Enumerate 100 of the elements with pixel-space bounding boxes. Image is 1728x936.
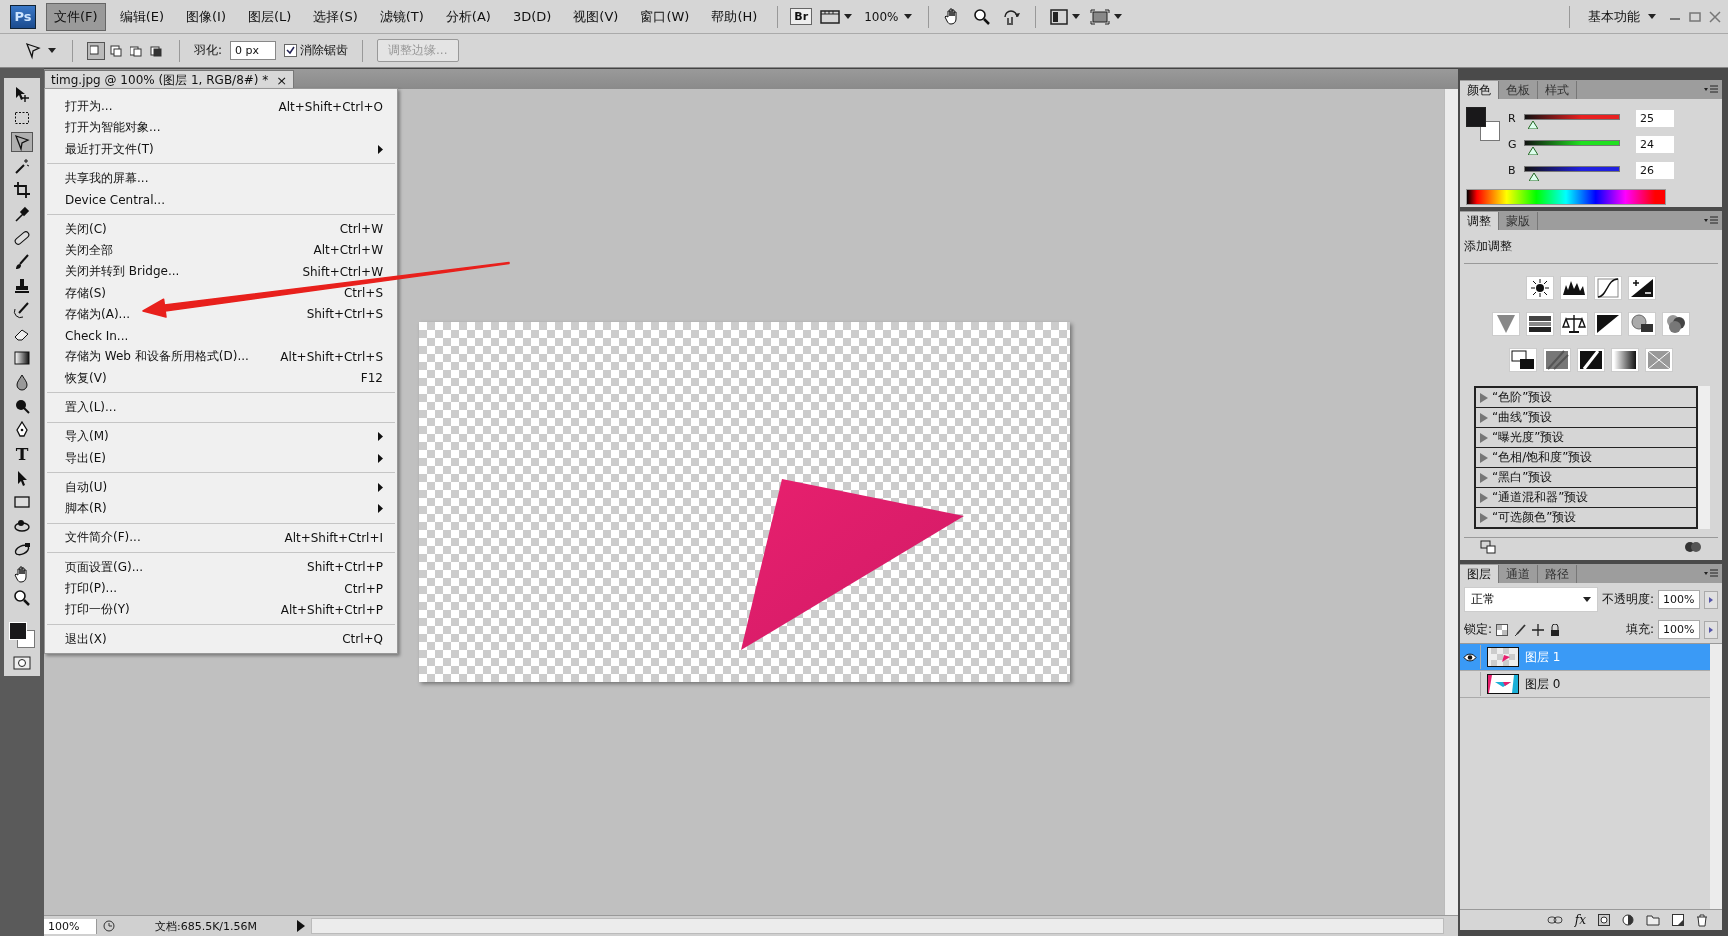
caret-icon[interactable]	[1114, 13, 1123, 20]
menu-entry[interactable]: 打开为智能对象...	[45, 117, 397, 139]
zoom-field[interactable]: 100%	[44, 918, 97, 934]
menu-item[interactable]: 视图(V)	[565, 2, 627, 31]
menu-item[interactable]: 选择(S)	[305, 2, 366, 31]
preset-item[interactable]: “曝光度”预设	[1476, 428, 1696, 448]
screen-icon[interactable]	[1090, 8, 1111, 25]
menu-entry[interactable]: 存储为 Web 和设备所用格式(D)... Alt+Shift+Ctrl+S	[45, 346, 397, 368]
foreground-color-swatch[interactable]	[1466, 107, 1486, 127]
expand-triangle-icon[interactable]	[1480, 432, 1488, 443]
workspace-dropdown[interactable]: 基本功能	[1582, 5, 1662, 28]
panel-tab[interactable]: 路径	[1538, 565, 1577, 583]
panel-tab[interactable]: 样式	[1538, 81, 1577, 99]
layout-icon[interactable]	[1050, 8, 1069, 25]
panel-tab[interactable]: 蒙版	[1499, 212, 1538, 230]
menu-entry[interactable]: 恢复(V) F12	[45, 367, 397, 389]
channel-slider[interactable]	[1524, 140, 1620, 156]
menu-entry[interactable]: Device Central...	[45, 189, 397, 211]
layer-style-button[interactable]: fx	[1574, 913, 1586, 927]
menu-item[interactable]: 滤镜(T)	[371, 2, 432, 31]
menu-item[interactable]: 图像(I)	[178, 2, 234, 31]
preset-item[interactable]: “色相/饱和度”预设	[1476, 448, 1696, 468]
feather-input[interactable]: 0 px	[230, 41, 277, 60]
slash-square-icon[interactable]	[1578, 349, 1604, 371]
diagonal-split-icon[interactable]	[1595, 313, 1621, 335]
panel-menu-icon[interactable]	[1704, 569, 1718, 578]
expand-triangle-icon[interactable]	[1480, 512, 1488, 523]
layers-scrollbar[interactable]	[1710, 644, 1722, 909]
opacity-input[interactable]: 100%	[1658, 590, 1700, 609]
panel-tab[interactable]: 颜色	[1460, 81, 1499, 99]
stepper-arrow-icon[interactable]	[1709, 596, 1713, 603]
mask-icon[interactable]	[1598, 914, 1610, 926]
brush-lock-icon[interactable]	[1514, 623, 1527, 636]
vertical-scrollbar[interactable]	[1444, 89, 1458, 915]
menu-item[interactable]: 图层(L)	[239, 2, 300, 31]
menu-entry[interactable]: 关闭全部 Alt+Ctrl+W	[45, 239, 397, 262]
panel-tab[interactable]: 色板	[1499, 81, 1538, 99]
half-circle-icon[interactable]	[1622, 914, 1634, 926]
close-icon[interactable]	[1708, 10, 1722, 23]
menu-entry[interactable]: 打印(P)... Ctrl+P	[45, 577, 397, 600]
menu-item[interactable]: 分析(A)	[437, 2, 499, 31]
lasso-tool[interactable]	[11, 132, 33, 152]
folder-icon[interactable]	[1646, 914, 1660, 926]
layer-row[interactable]: 图层 0	[1460, 671, 1710, 698]
panel-menu-icon[interactable]	[1704, 85, 1718, 94]
channel-slider[interactable]	[1524, 166, 1620, 182]
menu-item[interactable]: 帮助(H)	[703, 2, 766, 31]
menu-item[interactable]: 编辑(E)	[111, 2, 172, 31]
fill-input[interactable]: 100%	[1658, 620, 1700, 639]
expand-triangle-icon[interactable]	[1480, 472, 1488, 483]
menu-entry[interactable]: 打印一份(Y) Alt+Shift+Ctrl+P	[45, 599, 397, 621]
blend-mode-dropdown[interactable]: 正常	[1464, 587, 1598, 612]
menu-entry[interactable]: Check In...	[45, 324, 397, 347]
preset-item[interactable]: “通道混和器”预设	[1476, 488, 1696, 508]
caret-icon[interactable]	[48, 47, 56, 54]
menu-item[interactable]: 窗口(W)	[632, 2, 698, 31]
color-spectrum[interactable]	[1466, 189, 1666, 205]
menu-entry[interactable]: 关闭(C) Ctrl+W	[45, 218, 397, 240]
panel-tab[interactable]: 通道	[1499, 565, 1538, 583]
caret-icon[interactable]	[904, 13, 913, 20]
anti-alias-checkbox[interactable]	[284, 44, 298, 57]
expand-triangle-icon[interactable]	[1480, 412, 1488, 423]
background-color-swatch[interactable]	[1480, 121, 1500, 141]
panel-tab[interactable]: 调整	[1460, 212, 1499, 230]
scale-icon[interactable]	[1561, 313, 1587, 335]
type-tool[interactable]: T	[11, 444, 33, 464]
menu-item[interactable]: 3D(D)	[504, 4, 560, 29]
preset-item[interactable]: “可选颜色”预设	[1476, 508, 1696, 527]
zoom-icon[interactable]	[973, 7, 992, 26]
film-icon[interactable]	[820, 8, 841, 25]
trash-icon[interactable]	[1696, 913, 1708, 927]
menu-entry[interactable]: 导出(E)	[45, 447, 397, 469]
preset-scrollbar[interactable]	[1698, 386, 1710, 529]
caret-icon[interactable]	[1582, 596, 1591, 603]
arrange-button[interactable]	[1048, 6, 1083, 27]
quick-mask-icon[interactable]	[13, 656, 31, 670]
horizontal-scrollbar[interactable]	[311, 918, 1444, 934]
bridge-button[interactable]: Br	[790, 8, 813, 25]
channel-value[interactable]: 24	[1636, 135, 1674, 153]
menu-entry[interactable]: 最近打开文件(T)	[45, 138, 397, 160]
screen-mode-button[interactable]	[1088, 6, 1125, 27]
preset-item[interactable]: “曲线”预设	[1476, 408, 1696, 428]
caret-icon[interactable]	[844, 13, 853, 20]
menu-entry[interactable]: 置入(L)...	[45, 396, 397, 419]
menu-entry[interactable]: 共享我的屏幕...	[45, 167, 397, 190]
menu-entry[interactable]: 导入(M)	[45, 426, 397, 448]
zoom-dropdown[interactable]: 100%	[860, 7, 917, 26]
checker-lock-icon[interactable]	[1496, 623, 1509, 636]
menu-entry[interactable]: 存储为(A)... Shift+Ctrl+S	[45, 303, 397, 325]
stepper-arrow-icon[interactable]	[1709, 626, 1713, 633]
plus-minus-icon[interactable]	[1629, 277, 1655, 299]
visibility-toggle[interactable]	[1460, 645, 1481, 669]
layered-squares-icon[interactable]	[1510, 349, 1536, 371]
menu-entry[interactable]: 退出(X) Ctrl+Q	[45, 628, 397, 650]
channel-value[interactable]: 26	[1636, 161, 1674, 179]
close-tab-button[interactable]: ×	[276, 72, 288, 88]
new-layer-icon[interactable]	[1672, 914, 1684, 926]
crop-tool[interactable]	[11, 180, 33, 200]
expand-triangle-icon[interactable]	[1480, 492, 1488, 503]
panel-menu-icon[interactable]	[1704, 216, 1718, 225]
